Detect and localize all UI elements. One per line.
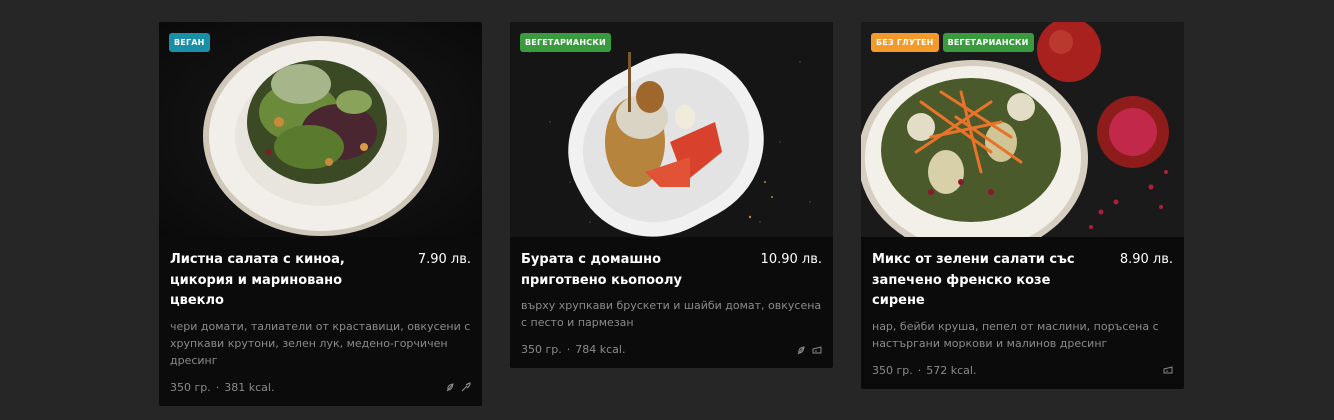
menu-card[interactable]: ВЕГАН Листна салата с киноа, цикория и м…: [159, 22, 482, 406]
dish-weight: 350 гр.: [521, 343, 562, 356]
dish-photo: БЕЗ ГЛУТЕН ВЕГЕТАРИАНСКИ: [861, 22, 1184, 237]
badge-vegan: ВЕГАН: [169, 33, 210, 52]
menu-card[interactable]: ВЕГЕТАРИАНСКИ Бурата с домашно приготвен…: [510, 22, 833, 368]
meta-separator: ·: [917, 363, 922, 377]
dish-price: 7.90 лв.: [417, 252, 471, 267]
dish-description: върху хрупкави брускети и шайби домат, о…: [521, 299, 822, 329]
dish-description: нар, бейби круша, пепел от маслини, поръ…: [872, 319, 1159, 350]
dish-photo: ВЕГАН: [159, 22, 482, 237]
badge-vegetarian: ВЕГЕТАРИАНСКИ: [520, 33, 611, 52]
cheese-icon: [812, 345, 822, 353]
leaf-icon: [446, 383, 454, 392]
dish-weight: 350 гр.: [872, 363, 913, 377]
dish-title[interactable]: Бурата с домашно приготвено кьопоолу: [521, 250, 741, 291]
badge-vegetarian: ВЕГЕТАРИАНСКИ: [942, 33, 1034, 52]
dish-weight: 350 гр.: [170, 380, 211, 394]
dish-kcal: 381 kcal.: [224, 380, 275, 394]
dish-photo: ВЕГЕТАРИАНСКИ: [510, 22, 833, 237]
dish-title[interactable]: Листна салата с киноа, цикория и маринов…: [170, 250, 390, 312]
dish-kcal: 784 kcal.: [575, 343, 626, 356]
dish-price: 8.90 лв.: [1119, 252, 1173, 267]
badge-group: ВЕГЕТАРИАНСКИ: [520, 33, 611, 52]
meta-separator: ·: [215, 380, 220, 394]
leaf-icon: [797, 345, 805, 354]
badge-group: ВЕГАН: [169, 33, 210, 52]
dish-title[interactable]: Микс от зелени салати със запечено френс…: [872, 250, 1092, 312]
menu-card[interactable]: БЕЗ ГЛУТЕН ВЕГЕТАРИАНСКИ Микс от зелени …: [861, 22, 1184, 389]
dish-price: 10.90 лв.: [760, 252, 822, 267]
cheese-icon: [1163, 366, 1173, 374]
menu-grid: ВЕГАН Листна салата с киноа, цикория и м…: [159, 22, 1184, 406]
badge-group: БЕЗ ГЛУТЕН ВЕГЕТАРИАНСКИ: [871, 33, 1034, 52]
dish-image: [510, 22, 833, 237]
vegan-icon: [461, 382, 471, 392]
dish-image: [861, 22, 1184, 237]
badge-gluten-free: БЕЗ ГЛУТЕН: [871, 33, 939, 52]
dish-kcal: 572 kcal.: [926, 363, 977, 377]
meta-separator: ·: [566, 343, 571, 356]
dish-description: чери домати, талиатели от краставици, ов…: [170, 319, 471, 367]
dish-image: [159, 22, 482, 237]
